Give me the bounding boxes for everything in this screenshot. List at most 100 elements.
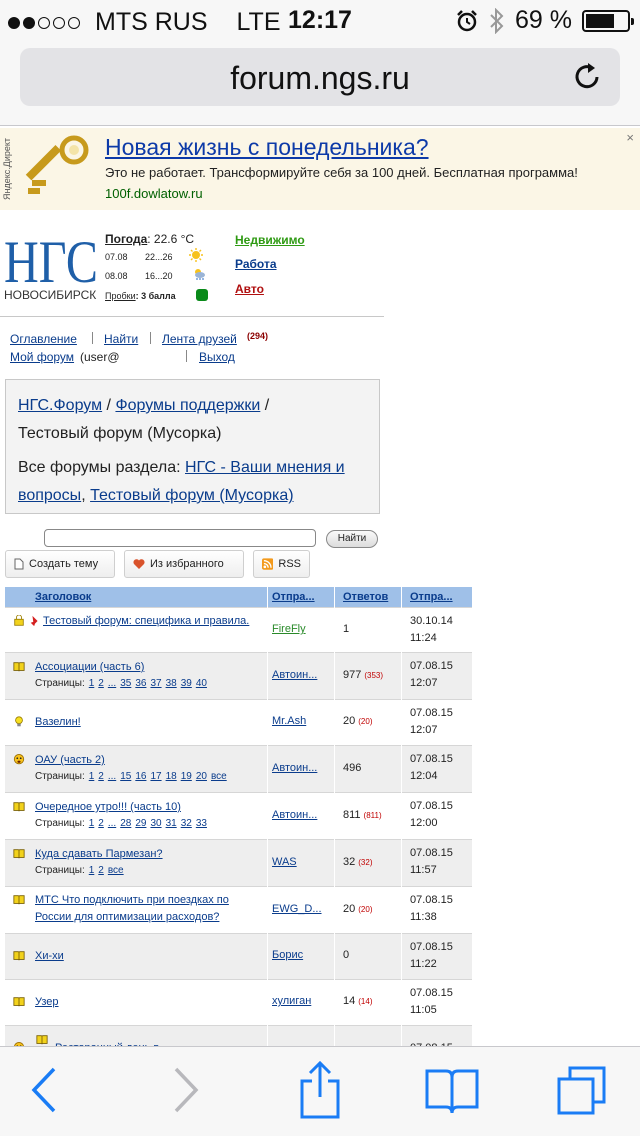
- page-link[interactable]: 1: [89, 865, 95, 876]
- topic-author[interactable]: WAS: [272, 856, 297, 868]
- weather-title: Погода: 22.6 °C: [105, 232, 194, 246]
- page-link[interactable]: ...: [108, 678, 116, 689]
- topic-author[interactable]: Автоин...: [272, 809, 317, 821]
- url-field[interactable]: forum.ngs.ru: [20, 48, 620, 106]
- topic-title[interactable]: Куда сдавать Пармезан?: [35, 846, 265, 863]
- nav-logout[interactable]: Выход: [199, 350, 235, 364]
- battery-level: [586, 13, 614, 28]
- new-replies-count[interactable]: (20): [358, 717, 372, 726]
- key-image: [25, 135, 89, 194]
- nav-find[interactable]: Найти: [104, 332, 138, 346]
- page-link[interactable]: 37: [150, 678, 161, 689]
- topic-title[interactable]: Вазелин!: [35, 714, 265, 731]
- page-link[interactable]: 1: [89, 818, 95, 829]
- crumb-root[interactable]: НГС.Форум: [18, 397, 102, 414]
- new-replies-count[interactable]: (811): [364, 811, 382, 820]
- topic-author[interactable]: Автоин...: [272, 762, 317, 774]
- page-link[interactable]: ...: [108, 818, 116, 829]
- page-link[interactable]: 32: [181, 818, 192, 829]
- find-button[interactable]: Найти: [326, 530, 378, 548]
- reload-icon[interactable]: [570, 60, 604, 94]
- col-last-post[interactable]: Отпра...: [410, 587, 453, 607]
- topic-title[interactable]: Тестовый форум: специфика и правила.: [43, 613, 265, 630]
- search-input[interactable]: [44, 529, 316, 547]
- page-link[interactable]: 39: [181, 678, 192, 689]
- page-link[interactable]: 2: [98, 865, 104, 876]
- topic-title[interactable]: Ассоциации (часть 6): [35, 659, 265, 676]
- forecast-range: 16...20: [145, 271, 173, 281]
- page-link[interactable]: 30: [150, 818, 161, 829]
- ngs-logo[interactable]: НГС: [4, 232, 100, 288]
- page-link[interactable]: все: [211, 771, 227, 782]
- new-replies-count[interactable]: (14): [358, 997, 372, 1006]
- last-post-time: 07.08.15 12:04: [410, 751, 453, 785]
- page-link[interactable]: 35: [120, 678, 131, 689]
- back-icon[interactable]: [28, 1065, 60, 1115]
- nav-my-forum[interactable]: Мой форум: [10, 350, 74, 364]
- topic-author[interactable]: Автоин...: [272, 669, 317, 681]
- replies-count: 20: [343, 715, 356, 727]
- page-link[interactable]: ...: [108, 771, 116, 782]
- topic-title[interactable]: МТС Что подключить при поездках по Росси…: [35, 892, 265, 926]
- crumb-section[interactable]: Форумы поддержки: [115, 397, 260, 414]
- book-icon: [13, 849, 25, 859]
- topic-title[interactable]: Узер: [35, 994, 265, 1011]
- new-replies-count[interactable]: (20): [358, 905, 372, 914]
- page-link[interactable]: 40: [196, 678, 207, 689]
- bookmarks-icon[interactable]: [424, 1067, 480, 1115]
- forward-icon[interactable]: [170, 1065, 202, 1115]
- create-topic-button[interactable]: Создать тему: [5, 550, 115, 578]
- page-link[interactable]: 1: [89, 678, 95, 689]
- page-link[interactable]: 31: [166, 818, 177, 829]
- share-icon[interactable]: [298, 1061, 342, 1119]
- page-link[interactable]: 16: [135, 771, 146, 782]
- ad-url[interactable]: 100f.dowlatow.ru: [105, 186, 203, 201]
- nav-contents[interactable]: Оглавление: [10, 332, 77, 346]
- ad-title[interactable]: Новая жизнь с понедельника?: [105, 134, 429, 161]
- last-post-clock: 11:38: [410, 911, 437, 923]
- topic-title[interactable]: Хи-хи: [35, 948, 265, 965]
- close-icon[interactable]: ×: [626, 130, 634, 145]
- page-link[interactable]: 17: [150, 771, 161, 782]
- topic-author[interactable]: Борис: [272, 949, 303, 961]
- page-link[interactable]: 18: [166, 771, 177, 782]
- topic-author[interactable]: хулиган: [272, 995, 311, 1007]
- topic-author[interactable]: Mr.Ash: [272, 715, 306, 727]
- page-link[interactable]: 20: [196, 771, 207, 782]
- page-link[interactable]: 15: [120, 771, 131, 782]
- page-link[interactable]: 28: [120, 818, 131, 829]
- forum-link-test[interactable]: Тестовый форум (Мусорка): [90, 487, 293, 504]
- page-link[interactable]: 19: [181, 771, 192, 782]
- topic-author[interactable]: FireFly: [272, 623, 306, 635]
- traffic-label[interactable]: Пробки: [105, 291, 136, 301]
- topic-title[interactable]: Очередное утро!!! (часть 10): [35, 799, 265, 816]
- page-link[interactable]: 38: [166, 678, 177, 689]
- topic-title[interactable]: ОАУ (часть 2): [35, 752, 265, 769]
- link-jobs[interactable]: Работа: [235, 257, 277, 271]
- col-author[interactable]: Отпра...: [272, 587, 315, 607]
- new-replies-count[interactable]: (32): [358, 858, 372, 867]
- page-link[interactable]: 29: [135, 818, 146, 829]
- page-link[interactable]: 1: [89, 771, 95, 782]
- ad-banner[interactable]: Яндекс.Директ Новая жизнь с понедельника…: [0, 128, 640, 210]
- favorites-button[interactable]: Из избранного: [124, 550, 244, 578]
- rss-button[interactable]: RSS: [253, 550, 310, 578]
- page-link[interactable]: 36: [135, 678, 146, 689]
- book-icon: [13, 802, 25, 812]
- link-realty[interactable]: Недвижимо: [235, 233, 305, 247]
- new-replies-count[interactable]: (353): [364, 671, 383, 680]
- nav-friends-feed[interactable]: Лента друзей: [162, 332, 237, 346]
- col-title[interactable]: Заголовок: [35, 587, 91, 607]
- page-link[interactable]: все: [108, 865, 124, 876]
- weather-label[interactable]: Погода: [105, 232, 147, 246]
- page-link[interactable]: 2: [98, 678, 104, 689]
- page-link[interactable]: 2: [98, 771, 104, 782]
- topic-author[interactable]: EWG_D...: [272, 903, 322, 915]
- column-divider: [267, 587, 268, 1047]
- tabs-icon[interactable]: [556, 1065, 608, 1117]
- col-replies[interactable]: Ответов: [343, 587, 388, 607]
- logo-text: НГС: [4, 232, 98, 288]
- link-auto[interactable]: Авто: [235, 282, 264, 296]
- page-link[interactable]: 33: [196, 818, 207, 829]
- page-link[interactable]: 2: [98, 818, 104, 829]
